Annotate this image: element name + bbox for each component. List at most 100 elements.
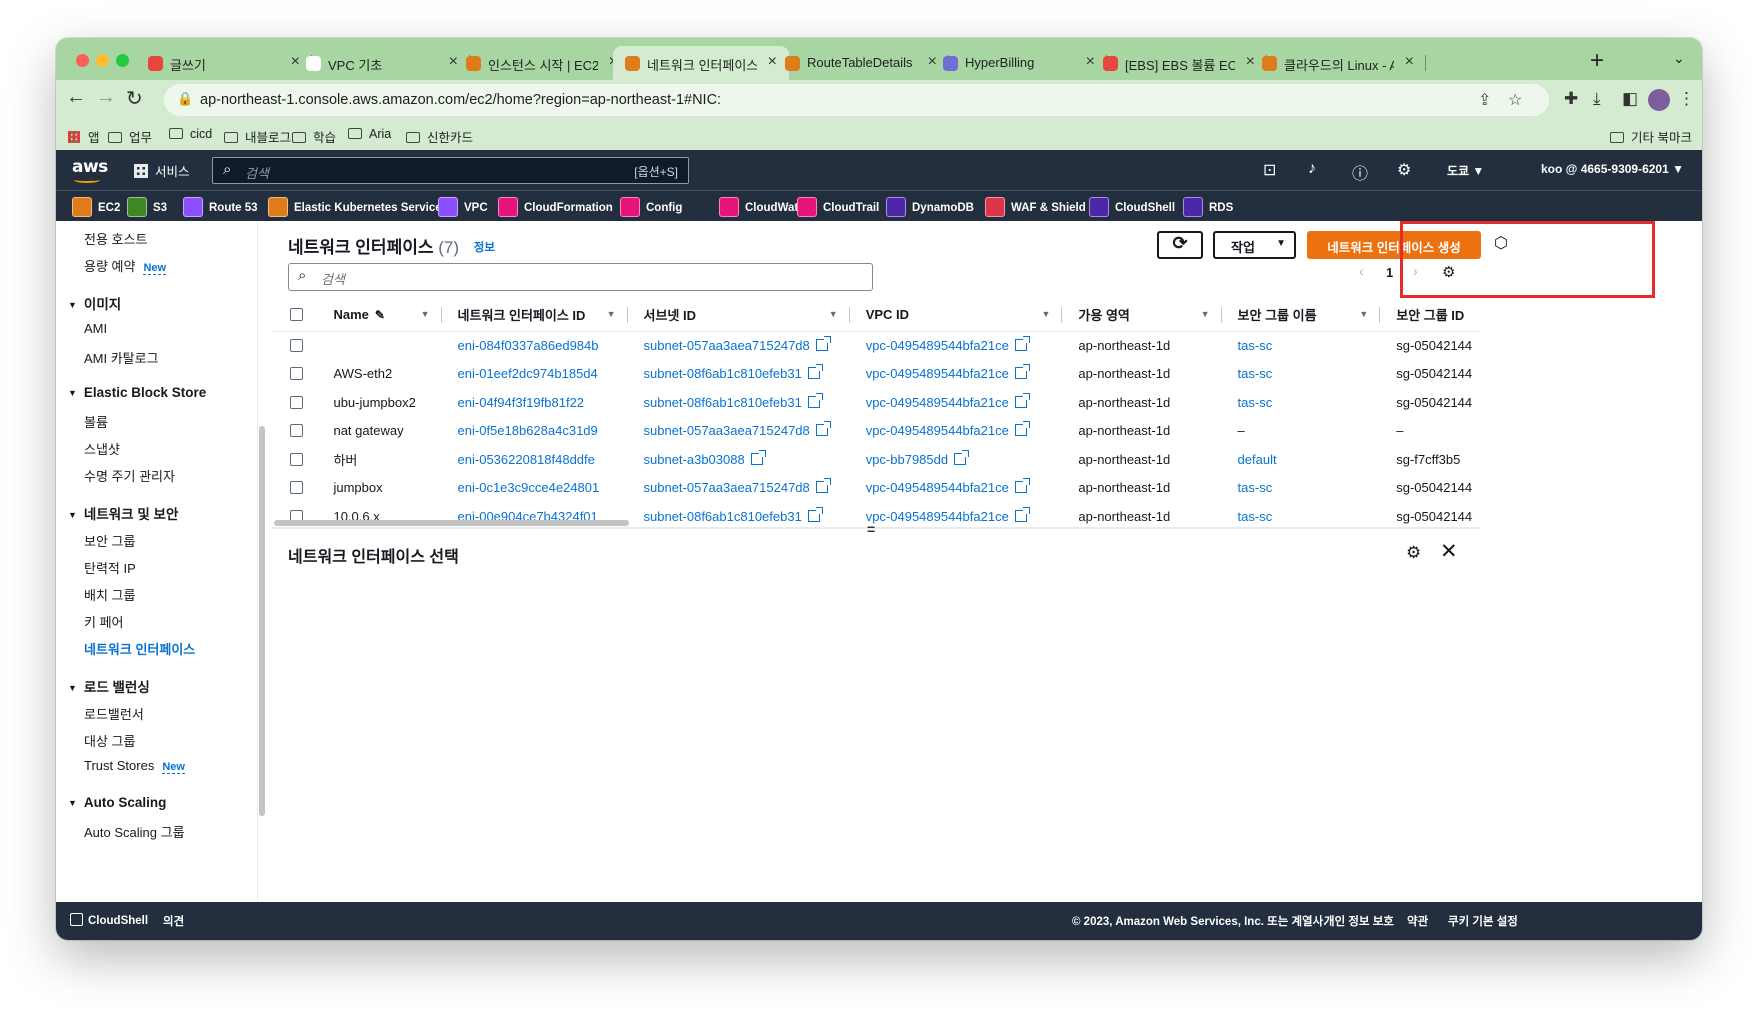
external-link-icon[interactable]: [807, 506, 823, 522]
sidebar-section-header[interactable]: 이미지: [68, 293, 121, 313]
notifications-bell-icon[interactable]: ♪: [1308, 160, 1316, 178]
browser-tab[interactable]: HyperBilling ×: [931, 46, 1107, 80]
other-bookmarks[interactable]: 기타 북마크: [1610, 127, 1692, 146]
browser-tab[interactable]: 네트워크 인터페이스 | E×: [613, 46, 789, 80]
column-header[interactable]: 서브넷 ID ▼: [627, 299, 850, 332]
bookmark-item[interactable]: 업무: [108, 127, 152, 146]
row-checkbox-cell[interactable]: [272, 360, 317, 389]
account-menu[interactable]: koo @ 4665-9309-6201 ▼: [1541, 162, 1684, 176]
table-cell[interactable]: eni-04f94f3f19fb81f22: [442, 388, 628, 417]
column-header[interactable]: VPC ID ▼: [849, 299, 1063, 332]
row-checkbox[interactable]: [290, 395, 303, 409]
bookmark-item[interactable]: 학습: [292, 127, 336, 146]
lock-icon[interactable]: 🔒: [177, 91, 193, 107]
table-cell[interactable]: subnet-08f6ab1c810efeb31: [628, 360, 850, 389]
footer-cloudshell-button[interactable]: CloudShell: [70, 913, 148, 927]
help-icon[interactable]: ⓘ: [1352, 160, 1368, 184]
table-cell[interactable]: eni-084f0337a86ed984b: [442, 331, 628, 360]
browser-tab[interactable]: [EBS] EBS 볼륨 EC2 ×: [1091, 46, 1267, 80]
sidebar-section-header[interactable]: 네트워크 및 보안: [68, 503, 178, 523]
sidebar-item[interactable]: 네트워크 인터페이스: [84, 639, 195, 658]
table-cell[interactable]: vpc-bb7985dd: [850, 445, 1063, 474]
sidebar-item[interactable]: 키 페어: [84, 612, 124, 631]
sort-caret-icon[interactable]: ▼: [1359, 309, 1368, 319]
bookmark-item[interactable]: Aria: [348, 127, 391, 141]
share-icon[interactable]: ⇪: [1478, 90, 1491, 110]
aws-logo[interactable]: aws: [72, 157, 108, 183]
favorite-service-link[interactable]: S3: [127, 197, 167, 217]
column-header[interactable]: 가용 영역 ▼: [1062, 299, 1222, 332]
table-cell[interactable]: subnet-08f6ab1c810efeb31: [628, 502, 850, 529]
table-cell[interactable]: tas-sc: [1222, 331, 1381, 360]
column-header[interactable]: 보안 그룹 ID: [1380, 299, 1480, 332]
feedback-link[interactable]: 의견: [163, 913, 184, 929]
row-checkbox-cell[interactable]: [272, 445, 317, 474]
table-cell[interactable]: vpc-0495489544bfa21ce: [850, 331, 1063, 360]
sort-caret-icon[interactable]: ▼: [1201, 309, 1210, 319]
external-link-icon[interactable]: [815, 336, 831, 351]
browser-tab[interactable]: RouteTableDetails | ×: [773, 46, 949, 80]
aws-search-input[interactable]: ⌕ 검색 [옵션+S]: [212, 157, 689, 184]
row-checkbox[interactable]: [290, 452, 303, 466]
external-link-icon[interactable]: [1014, 364, 1030, 380]
region-selector[interactable]: 도쿄 ▼: [1447, 162, 1484, 179]
favorite-service-link[interactable]: DynamoDB: [886, 197, 974, 217]
sidebar-item[interactable]: 전용 호스트: [84, 229, 147, 248]
table-cell[interactable]: subnet-057aa3aea715247d8: [628, 417, 850, 446]
bookmark-item[interactable]: 신한카드: [406, 127, 473, 146]
close-window-button[interactable]: [76, 54, 89, 67]
sidebar-item[interactable]: 보안 그룹: [84, 531, 135, 550]
row-checkbox[interactable]: [290, 481, 303, 495]
page-number[interactable]: 1: [1386, 265, 1393, 280]
favorite-service-link[interactable]: VPC: [438, 197, 488, 217]
info-link[interactable]: 정보: [474, 242, 495, 254]
table-cell[interactable]: vpc-0495489544bfa21ce: [850, 474, 1063, 503]
column-header[interactable]: 네트워크 인터페이스 ID ▼: [441, 299, 628, 332]
table-cell[interactable]: eni-01eef2dc974b185d4: [442, 360, 628, 389]
sort-caret-icon[interactable]: ▼: [421, 309, 430, 319]
favorite-service-link[interactable]: RDS: [1183, 197, 1233, 217]
sidebar-item[interactable]: Auto Scaling 그룹: [84, 822, 185, 841]
address-bar[interactable]: 🔒 ap-northeast-1.console.aws.amazon.com/…: [164, 84, 1549, 116]
maximize-window-button[interactable]: [116, 54, 129, 67]
sidebar-item[interactable]: AMI: [84, 321, 107, 336]
terms-link[interactable]: 약관: [1407, 913, 1428, 929]
bookmark-item[interactable]: cicd: [169, 127, 212, 141]
row-checkbox[interactable]: [290, 367, 303, 381]
sidebar-section-header[interactable]: 로드 밸런싱: [68, 676, 150, 696]
bookmark-star-icon[interactable]: ☆: [1508, 90, 1522, 110]
bookmark-item[interactable]: 내블로그: [224, 127, 291, 146]
external-link-icon[interactable]: [1014, 336, 1030, 351]
browser-tab[interactable]: 글쓰기 ×: [136, 46, 312, 80]
favorite-service-link[interactable]: Elastic Kubernetes Service: [268, 197, 442, 217]
browser-tab[interactable]: VPC 기초 ×: [294, 46, 470, 80]
table-cell[interactable]: subnet-057aa3aea715247d8: [628, 331, 850, 360]
favorite-service-link[interactable]: CloudTrail: [797, 197, 879, 217]
services-menu-button[interactable]: 서비스: [134, 161, 190, 180]
sort-caret-icon[interactable]: ▼: [607, 309, 616, 319]
table-row[interactable]: 하버 eni-0536220818f48ddfe subnet-a3b03088 vp…: [272, 445, 1480, 474]
sidebar-item[interactable]: 배치 그룹: [84, 585, 135, 604]
column-header[interactable]: Name ✎ ▼: [317, 299, 442, 332]
drag-handle-icon[interactable]: =: [867, 521, 875, 537]
detail-settings-gear-icon[interactable]: ⚙: [1406, 543, 1421, 563]
row-checkbox-cell[interactable]: [272, 474, 317, 503]
row-checkbox[interactable]: [290, 424, 303, 438]
browser-tab[interactable]: 클라우드의 Linux - A ×: [1250, 46, 1426, 80]
favorite-service-link[interactable]: WAF & Shield: [985, 197, 1086, 217]
favorite-service-link[interactable]: CloudFormation: [498, 197, 613, 217]
table-cell[interactable]: eni-0f5e18b628a4c31d9: [442, 417, 628, 446]
sidebar-item[interactable]: AMI 카탈로그: [84, 348, 159, 367]
table-row[interactable]: AWS-eth2 eni-01eef2dc974b185d4 subnet-08f6…: [272, 360, 1480, 389]
table-cell[interactable]: vpc-0495489544bfa21ce: [850, 360, 1063, 389]
row-checkbox-cell[interactable]: [272, 388, 317, 417]
sidebar-section-header[interactable]: Elastic Block Store: [68, 385, 206, 400]
external-link-icon[interactable]: [750, 449, 766, 465]
cookie-preferences-link[interactable]: 쿠키 기본 설정: [1448, 913, 1518, 929]
table-row[interactable]: jumpbox eni-0c1e3c9cce4e24801 subnet-057aa…: [272, 474, 1480, 503]
browser-tab[interactable]: 인스턴스 시작 | EC2 |×: [454, 46, 630, 80]
settings-gear-icon[interactable]: ⚙: [1397, 160, 1411, 180]
forward-arrow-icon[interactable]: →: [96, 86, 116, 109]
column-header[interactable]: 보안 그룹 이름 ▼: [1221, 299, 1381, 332]
external-link-icon[interactable]: [1014, 478, 1030, 494]
